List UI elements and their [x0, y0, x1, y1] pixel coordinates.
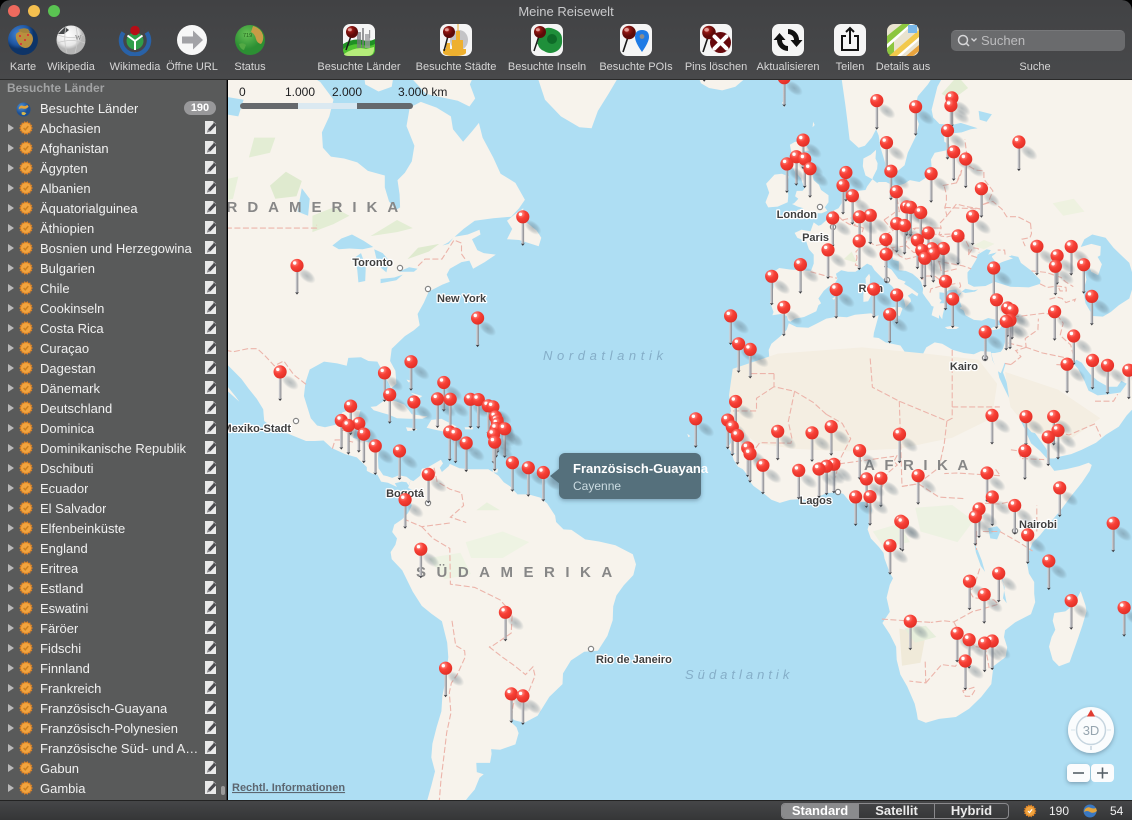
svg-text:Toronto: Toronto: [352, 257, 393, 269]
svg-text:Rio de Janeiro: Rio de Janeiro: [596, 654, 672, 666]
svg-text:Suchen: Suchen: [981, 33, 1025, 48]
svg-text:190: 190: [1049, 804, 1069, 818]
svg-text:New York: New York: [437, 293, 487, 305]
svg-text:54: 54: [1110, 804, 1124, 818]
svg-text:0: 0: [239, 85, 246, 99]
svg-text:W: W: [75, 34, 82, 42]
svg-text:Nordatlantik: Nordatlantik: [543, 348, 668, 363]
svg-text:2.000: 2.000: [332, 85, 362, 99]
svg-text:Mexiko-Stadt: Mexiko-Stadt: [228, 423, 291, 435]
svg-text:719: 719: [243, 33, 252, 39]
svg-text:Lagos: Lagos: [800, 495, 832, 507]
svg-text:London: London: [777, 209, 818, 221]
svg-text:Französisch-Guayana: Französisch-Guayana: [573, 461, 709, 476]
svg-text:SÜDAMERIKA: SÜDAMERIKA: [416, 564, 623, 581]
svg-text:3.000 km: 3.000 km: [398, 85, 447, 99]
svg-text:3D: 3D: [1083, 723, 1100, 738]
svg-text:NORDAMERIKA: NORDAMERIKA: [228, 199, 408, 216]
svg-text:Südatlantik: Südatlantik: [685, 667, 793, 682]
svg-text:Rechtl. Informationen: Rechtl. Informationen: [232, 782, 345, 794]
svg-text:1.000: 1.000: [285, 85, 315, 99]
svg-text:Kairo: Kairo: [950, 361, 978, 373]
svg-text:Cayenne: Cayenne: [573, 479, 621, 493]
svg-text:Paris: Paris: [802, 232, 829, 244]
